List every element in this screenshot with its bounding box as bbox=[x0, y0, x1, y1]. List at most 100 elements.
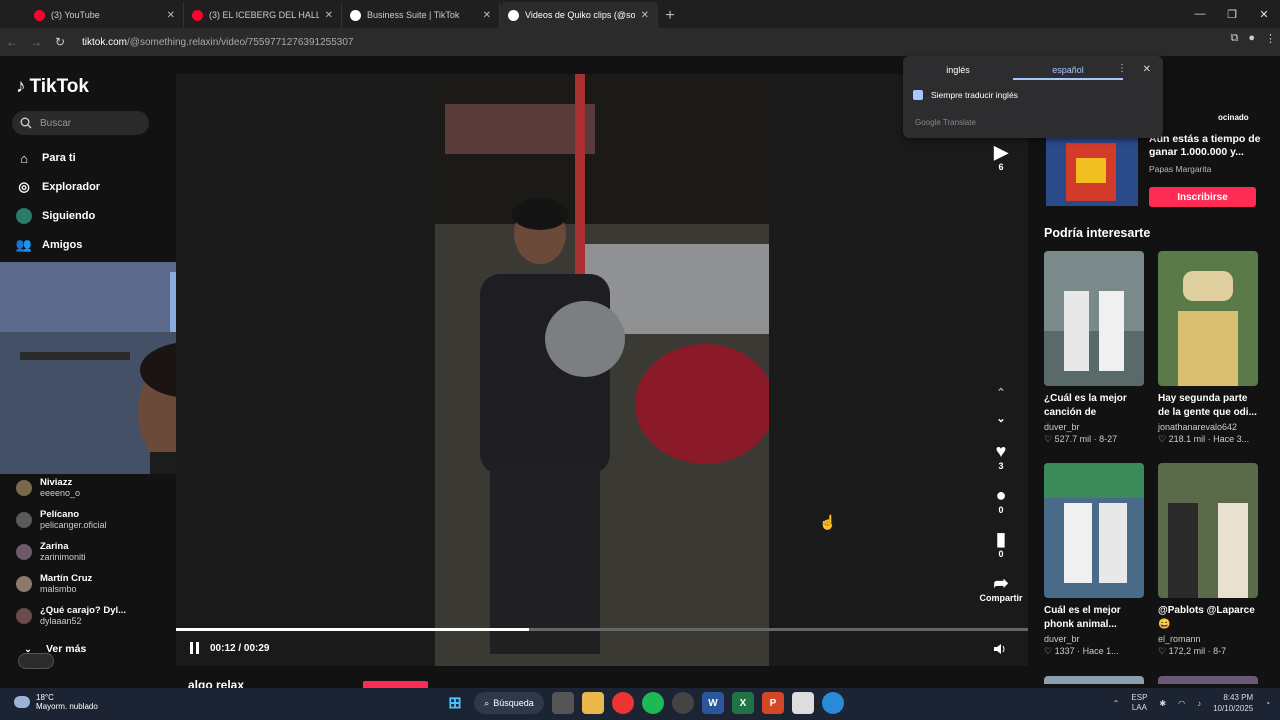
close-icon[interactable]: ✕ bbox=[1143, 64, 1151, 75]
back-icon[interactable]: ← bbox=[0, 35, 24, 49]
ad-thumbnail[interactable] bbox=[1046, 138, 1138, 206]
comment-button[interactable]: ● 0 bbox=[978, 485, 1024, 515]
subscribe-button[interactable]: Inscribirse bbox=[1149, 187, 1256, 207]
more-options-icon[interactable]: ⋮ bbox=[1117, 63, 1127, 74]
following-item[interactable]: Pelícano pelicanger.oficial bbox=[16, 509, 107, 530]
close-tab-icon[interactable]: ✕ bbox=[167, 10, 175, 21]
comment-icon: ● bbox=[995, 485, 1007, 505]
video-card[interactable]: @Pablots @Laparce 😄 el_romann ♡ 172,2 mi… bbox=[1158, 463, 1258, 657]
scroll-up-button[interactable]: ⌃ bbox=[978, 386, 1024, 399]
profile-icon[interactable]: ● bbox=[1248, 32, 1255, 45]
chevron-up-icon: ⌃ bbox=[996, 387, 1006, 399]
toggle-switch[interactable] bbox=[18, 653, 54, 669]
pause-icon[interactable] bbox=[190, 642, 202, 654]
close-tab-icon[interactable]: ✕ bbox=[325, 10, 333, 21]
chrome-icon[interactable] bbox=[612, 692, 634, 714]
maximize-icon[interactable]: ❐ bbox=[1216, 0, 1248, 28]
tab-source-language[interactable]: inglés bbox=[903, 62, 1013, 80]
menu-icon[interactable]: ⋮ bbox=[1265, 32, 1276, 45]
scroll-down-button[interactable]: ⌄ bbox=[978, 412, 1024, 425]
logo-text: TikTok bbox=[29, 76, 89, 97]
ad-title[interactable]: Aún estás a tiempo de ganar 1.000.000 y.… bbox=[1149, 133, 1267, 159]
wifi-icon[interactable]: ◠ bbox=[1178, 699, 1185, 708]
taskbar-apps: ⊞ ⌕ Búsqueda W X P bbox=[444, 692, 844, 714]
extensions-icon[interactable]: ⧉ bbox=[1230, 32, 1238, 45]
video-progress-bar[interactable] bbox=[176, 628, 1028, 631]
address-bar[interactable]: tiktok.com/@something.relaxin/video/7559… bbox=[82, 32, 1162, 52]
video-card[interactable]: Cuál es el mejor phonk animal... duver_b… bbox=[1044, 463, 1144, 657]
search-input[interactable]: Buscar bbox=[12, 111, 149, 135]
notification-icon[interactable]: ◔ bbox=[1265, 699, 1270, 708]
close-window-icon[interactable]: ✕ bbox=[1248, 0, 1280, 28]
url-path: /@something.relaxin/video/75597712763912… bbox=[127, 36, 354, 48]
video-card[interactable]: ¿Cuál es la mejor canción de Brainrot...… bbox=[1044, 251, 1144, 445]
following-item[interactable]: ¿Qué carajo? Dyl... dylaaan52 bbox=[16, 605, 126, 626]
video-thumbnail[interactable] bbox=[1044, 463, 1144, 598]
nav-explorador[interactable]: ◎ Explorador bbox=[16, 179, 100, 195]
play-count[interactable]: ▶ 6 bbox=[978, 142, 1024, 172]
video-author: el_romann bbox=[1158, 634, 1201, 644]
spotify-icon[interactable] bbox=[642, 692, 664, 714]
tab-target-language[interactable]: español bbox=[1013, 62, 1123, 80]
file-explorer-icon[interactable] bbox=[582, 692, 604, 714]
volume-button[interactable] bbox=[993, 642, 1007, 660]
following-item[interactable]: Niviazz eeeeno_o bbox=[16, 477, 80, 498]
following-item[interactable]: Zarina zarinimoniti bbox=[16, 541, 86, 562]
clock[interactable]: 8:43 PM 10/10/2025 bbox=[1213, 692, 1253, 714]
weather-desc: Mayorm. nublado bbox=[36, 702, 98, 711]
browser-tab-business-suite[interactable]: Business Suite | TikTok ✕ bbox=[342, 2, 500, 28]
video-title: Cuál es el mejor phonk animal... bbox=[1044, 605, 1121, 630]
store-icon[interactable] bbox=[792, 692, 814, 714]
weather-widget[interactable]: 18°C Mayorm. nublado bbox=[14, 693, 98, 711]
bluetooth-icon[interactable]: ✱ bbox=[1159, 699, 1166, 708]
video-thumbnail[interactable] bbox=[1158, 676, 1258, 684]
minimize-icon[interactable]: — bbox=[1184, 0, 1216, 28]
sponsored-label: ocinado bbox=[1218, 113, 1249, 122]
video-thumbnail[interactable] bbox=[1044, 251, 1144, 386]
tab-label: Business Suite | TikTok bbox=[367, 10, 460, 20]
youtube-icon bbox=[192, 9, 203, 21]
nav-label: Amigos bbox=[42, 239, 83, 251]
close-tab-icon[interactable]: ✕ bbox=[483, 10, 491, 21]
save-count: 0 bbox=[998, 549, 1004, 559]
task-view-icon[interactable] bbox=[552, 692, 574, 714]
new-tab-button[interactable]: + bbox=[658, 4, 682, 28]
ad-brand: Papas Margarita bbox=[1149, 164, 1212, 174]
forward-icon[interactable]: → bbox=[24, 35, 48, 49]
windows-start-icon[interactable]: ⊞ bbox=[444, 692, 466, 714]
video-frame[interactable] bbox=[435, 74, 769, 666]
excel-icon[interactable]: X bbox=[732, 692, 754, 714]
browser-tab-bar: (3) YouTube ✕ (3) EL ICEBERG DEL HALLOWE… bbox=[0, 0, 1280, 28]
language-indicator[interactable]: ESP LAA bbox=[1131, 693, 1147, 713]
browser-tab-quiko-clips[interactable]: Videos de Quiko clips (@so ✕ bbox=[500, 2, 658, 28]
close-tab-icon[interactable]: ✕ bbox=[641, 10, 649, 21]
word-icon[interactable]: W bbox=[702, 692, 724, 714]
nav-siguiendo[interactable]: Siguiendo bbox=[16, 208, 95, 224]
always-translate-checkbox[interactable]: Siempre traducir inglés bbox=[913, 90, 1018, 100]
video-thumbnail[interactable] bbox=[1044, 676, 1144, 684]
chevron-up-icon[interactable]: ⌃ bbox=[1113, 699, 1120, 708]
tab-label: (3) EL ICEBERG DEL HALLOWE bbox=[209, 10, 319, 20]
tiktok-logo[interactable]: ♪ TikTok bbox=[16, 76, 89, 98]
edge-icon[interactable] bbox=[822, 692, 844, 714]
windows-taskbar: 18°C Mayorm. nublado ⊞ ⌕ Búsqueda W X P ⌃ … bbox=[0, 688, 1280, 720]
checkbox-label: Siempre traducir inglés bbox=[931, 90, 1018, 100]
video-card[interactable]: Hay segunda parte de la gente que odi...… bbox=[1158, 251, 1258, 445]
video-thumbnail[interactable] bbox=[1158, 463, 1258, 598]
powerpoint-icon[interactable]: P bbox=[762, 692, 784, 714]
reload-icon[interactable]: ↻ bbox=[48, 35, 72, 49]
system-tray: ⌃ ESP LAA ✱ ◠ ♪ 8:43 PM 10/10/2025 ◔ bbox=[1113, 692, 1270, 714]
save-button[interactable]: ▮ 0 bbox=[978, 529, 1024, 559]
nav-amigos[interactable]: 👥 Amigos bbox=[16, 237, 82, 253]
browser-tab-iceberg[interactable]: (3) EL ICEBERG DEL HALLOWE ✕ bbox=[184, 2, 342, 28]
nav-para-ti[interactable]: ⌂ Para ti bbox=[16, 150, 76, 166]
like-button[interactable]: ♥ 3 bbox=[978, 441, 1024, 471]
github-icon[interactable] bbox=[672, 692, 694, 714]
speaker-icon[interactable]: ♪ bbox=[1197, 699, 1201, 708]
video-thumbnail[interactable] bbox=[1158, 251, 1258, 386]
browser-tab-youtube[interactable]: (3) YouTube ✕ bbox=[26, 2, 184, 28]
taskbar-search[interactable]: ⌕ Búsqueda bbox=[474, 692, 544, 714]
share-button[interactable]: ➦ Compartir bbox=[976, 573, 1026, 603]
language-tabs: inglés español bbox=[903, 62, 1123, 80]
following-item[interactable]: Martín Cruz malsmbo bbox=[16, 573, 92, 594]
